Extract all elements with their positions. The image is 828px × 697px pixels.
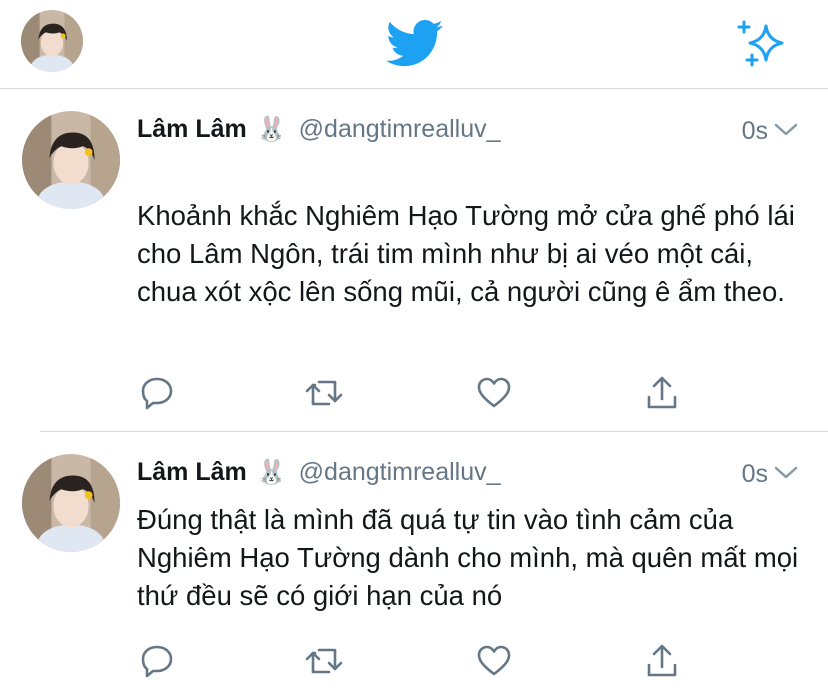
heart-icon xyxy=(477,377,511,408)
timestamp: 0s xyxy=(741,460,768,488)
display-name[interactable]: Lâm Lâm xyxy=(137,458,247,487)
top-navigation-bar xyxy=(0,0,828,89)
tweet-actions xyxy=(137,373,697,413)
timestamp: 0s xyxy=(741,117,768,145)
chevron-down-icon[interactable] xyxy=(774,466,798,480)
reply-icon xyxy=(141,645,173,678)
display-name[interactable]: Lâm Lâm xyxy=(137,115,247,144)
profile-avatar[interactable] xyxy=(21,10,83,72)
tweet[interactable]: Lâm Lâm 🐰 @dangtimrealluv_ 0s Đúng thật … xyxy=(0,432,828,697)
tweet-text: Khoảnh khắc Nghiêm Hạo Tường mở cửa ghế … xyxy=(137,200,795,307)
retweet-icon xyxy=(305,648,343,674)
chevron-down-icon[interactable] xyxy=(774,123,798,137)
heart-icon xyxy=(477,645,511,676)
share-icon xyxy=(647,376,677,409)
share-button[interactable] xyxy=(642,641,682,681)
rabbit-emoji: 🐰 xyxy=(256,115,287,143)
sparkle-icon[interactable] xyxy=(736,18,790,68)
tweet[interactable]: Lâm Lâm 🐰 @dangtimrealluv_ 0s Khoảnh khắ… xyxy=(0,89,828,431)
share-icon xyxy=(647,644,677,677)
reply-button[interactable] xyxy=(137,373,177,413)
like-button[interactable] xyxy=(474,641,514,681)
retweet-icon xyxy=(305,380,343,406)
reply-button[interactable] xyxy=(137,641,177,681)
share-button[interactable] xyxy=(642,373,682,413)
like-button[interactable] xyxy=(474,373,514,413)
tweet-header: Lâm Lâm 🐰 @dangtimrealluv_ xyxy=(137,109,501,149)
retweet-button[interactable] xyxy=(304,641,344,681)
rabbit-emoji: 🐰 xyxy=(256,458,287,486)
username-handle[interactable]: @dangtimrealluv_ xyxy=(299,115,501,144)
reply-icon xyxy=(141,377,173,410)
tweet-actions xyxy=(137,641,697,681)
retweet-button[interactable] xyxy=(304,373,344,413)
twitter-bird-icon[interactable] xyxy=(386,20,444,68)
avatar[interactable] xyxy=(22,111,120,209)
tweet-text: Đúng thật là mình đã quá tự tin vào tình… xyxy=(137,504,799,611)
username-handle[interactable]: @dangtimrealluv_ xyxy=(299,458,501,487)
tweet-header: Lâm Lâm 🐰 @dangtimrealluv_ xyxy=(137,452,501,492)
avatar[interactable] xyxy=(22,454,120,552)
